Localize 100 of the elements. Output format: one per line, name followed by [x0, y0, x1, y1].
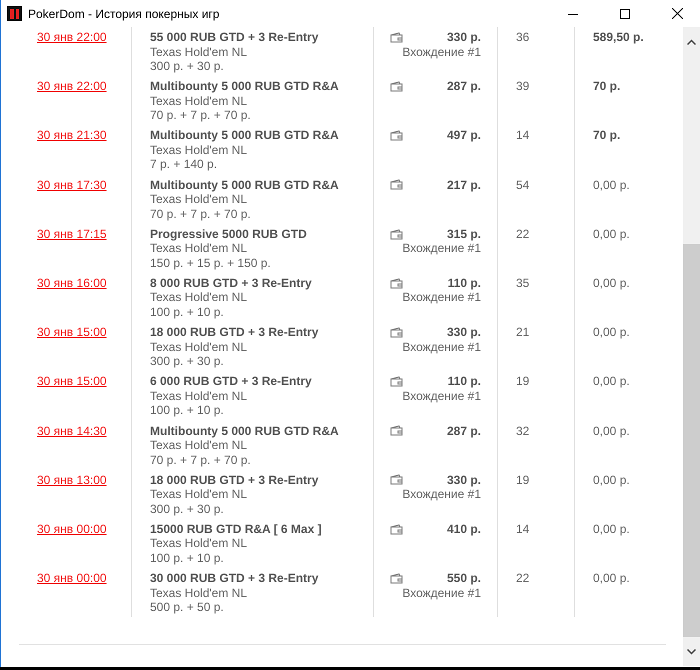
- prize-amount: 70 р.: [593, 128, 620, 143]
- wallet-icon: [390, 32, 403, 43]
- entry-label: Вхождение #1: [402, 241, 481, 256]
- game-type: Texas Hold'em NL: [150, 142, 247, 158]
- date-link[interactable]: 30 янв 00:00: [37, 571, 107, 586]
- prize-amount: 0,00 р.: [593, 276, 630, 290]
- chevron-down-icon[interactable]: [687, 649, 696, 655]
- tournament-name: Multibounty 5 000 RUB GTD R&A: [150, 424, 339, 438]
- prize-amount: 0,00 р.: [593, 522, 630, 536]
- tournament-name: Multibounty 5 000 RUB GTD R&A: [150, 178, 339, 192]
- fee-breakdown: 100 р. + 10 р.: [150, 550, 224, 566]
- player-count: 32: [516, 424, 530, 438]
- prize-amount: 0,00 р.: [593, 178, 630, 192]
- close-icon[interactable]: [672, 8, 682, 19]
- player-count: 14: [516, 128, 530, 143]
- buy-in-amount: 110 р.: [448, 374, 481, 389]
- fee-breakdown: 300 р. + 30 р.: [150, 59, 224, 74]
- tournament-name: 18 000 RUB GTD + 3 Re-Entry: [150, 472, 318, 488]
- game-type: Texas Hold'em NL: [150, 44, 247, 59]
- game-type: Texas Hold'em NL: [150, 94, 247, 108]
- player-count: 54: [516, 178, 530, 192]
- buy-in-amount: 287 р.: [446, 424, 481, 438]
- wallet-icon: [390, 524, 403, 535]
- wallet-icon: [390, 179, 403, 190]
- prize-amount: 0,00 р.: [593, 226, 630, 242]
- player-count: 19: [516, 374, 530, 389]
- buy-in-amount: 410 р.: [446, 522, 481, 536]
- date-link[interactable]: 30 янв 17:30: [37, 178, 107, 192]
- date-link[interactable]: 30 янв 21:30: [37, 128, 107, 143]
- date-link[interactable]: 30 янв 15:00: [37, 325, 107, 340]
- entry-label: Вхождение #1: [402, 340, 481, 354]
- wallet-icon: [390, 80, 403, 92]
- buy-in-amount: 330 р.: [446, 30, 481, 44]
- date-link[interactable]: 30 янв 22:00: [37, 30, 107, 44]
- buy-in-amount: 330 р.: [446, 325, 481, 340]
- chevron-up-icon[interactable]: [687, 39, 696, 45]
- entry-label: Вхождение #1: [402, 586, 481, 600]
- player-count: 21: [516, 325, 530, 340]
- tournament-name: Multibounty 5 000 RUB GTD R&A: [150, 128, 339, 143]
- buy-in-amount: 315 р.: [446, 226, 481, 242]
- date-link[interactable]: 30 янв 15:00: [37, 374, 107, 389]
- prize-amount: 0,00 р.: [593, 374, 630, 389]
- tournament-name: 55 000 RUB GTD + 3 Re-Entry: [150, 30, 318, 44]
- wallet-icon: [390, 278, 403, 289]
- wallet-icon: [390, 425, 403, 436]
- fee-breakdown: 300 р. + 30 р.: [150, 354, 224, 369]
- player-count: 36: [516, 30, 530, 44]
- wallet-icon: [390, 376, 403, 388]
- fee-breakdown: 70 р. + 7 р. + 70 р.: [150, 108, 251, 123]
- fee-breakdown: 100 р. + 10 р.: [150, 304, 224, 320]
- wallet-icon: [390, 474, 403, 486]
- buy-in-amount: 287 р.: [446, 79, 481, 94]
- maximize-icon[interactable]: [620, 8, 630, 18]
- prize-amount: 589,50 р.: [593, 30, 644, 44]
- fee-breakdown: 500 р. + 50 р.: [150, 600, 224, 615]
- app-logo-icon: [7, 6, 22, 21]
- date-link[interactable]: 30 янв 13:00: [37, 472, 107, 488]
- tournament-name: 15000 RUB GTD R&A [ 6 Max ]: [150, 522, 322, 536]
- player-count: 19: [516, 472, 530, 488]
- player-count: 22: [516, 226, 530, 242]
- player-count: 35: [516, 276, 530, 290]
- entry-label: Вхождение #1: [402, 44, 481, 59]
- date-link[interactable]: 30 янв 00:00: [37, 522, 107, 536]
- window-title: PokerDom - История покерных игр: [28, 6, 220, 20]
- game-type: Texas Hold'em NL: [150, 438, 247, 452]
- fee-breakdown: 100 р. + 10 р.: [150, 403, 224, 418]
- prize-amount: 0,00 р.: [593, 472, 630, 488]
- fee-breakdown: 150 р. + 15 р. + 150 р.: [150, 256, 271, 270]
- prize-amount: 0,00 р.: [593, 325, 630, 340]
- wallet-icon: [390, 572, 403, 584]
- buy-in-amount: 330 р.: [446, 472, 481, 488]
- prize-amount: 70 р.: [593, 79, 620, 94]
- game-type: Texas Hold'em NL: [150, 290, 247, 305]
- date-link[interactable]: 30 янв 17:15: [37, 226, 107, 242]
- fee-breakdown: 70 р. + 7 р. + 70 р.: [150, 452, 251, 467]
- game-type: Texas Hold'em NL: [150, 241, 247, 256]
- wallet-icon: [390, 130, 403, 142]
- game-type: Texas Hold'em NL: [150, 340, 247, 354]
- tournament-name: 8 000 RUB GTD + 3 Re-Entry: [150, 276, 312, 290]
- scroll-thumb[interactable]: [683, 244, 700, 637]
- player-count: 14: [516, 522, 530, 536]
- player-count: 22: [516, 571, 530, 586]
- entry-label: Вхождение #1: [402, 487, 481, 502]
- tournament-name: Multibounty 5 000 RUB GTD R&A: [150, 79, 339, 94]
- date-link[interactable]: 30 янв 22:00: [37, 79, 107, 94]
- scrollbar[interactable]: [683, 27, 700, 667]
- game-type: Texas Hold'em NL: [150, 487, 247, 502]
- tournament-name: 30 000 RUB GTD + 3 Re-Entry: [150, 571, 318, 586]
- buy-in-amount: 217 р.: [446, 178, 481, 192]
- game-type: Texas Hold'em NL: [150, 192, 247, 207]
- wallet-icon: [390, 228, 403, 240]
- buy-in-amount: 497 р.: [446, 128, 481, 143]
- fee-breakdown: 7 р. + 140 р.: [150, 157, 218, 172]
- date-link[interactable]: 30 янв 16:00: [37, 276, 107, 290]
- entry-label: Вхождение #1: [402, 388, 481, 404]
- game-type: Texas Hold'em NL: [150, 586, 247, 600]
- fee-breakdown: 300 р. + 30 р.: [150, 502, 224, 516]
- date-link[interactable]: 30 янв 14:30: [37, 424, 107, 438]
- tournament-name: Progressive 5000 RUB GTD: [150, 226, 307, 242]
- prize-amount: 0,00 р.: [593, 424, 630, 438]
